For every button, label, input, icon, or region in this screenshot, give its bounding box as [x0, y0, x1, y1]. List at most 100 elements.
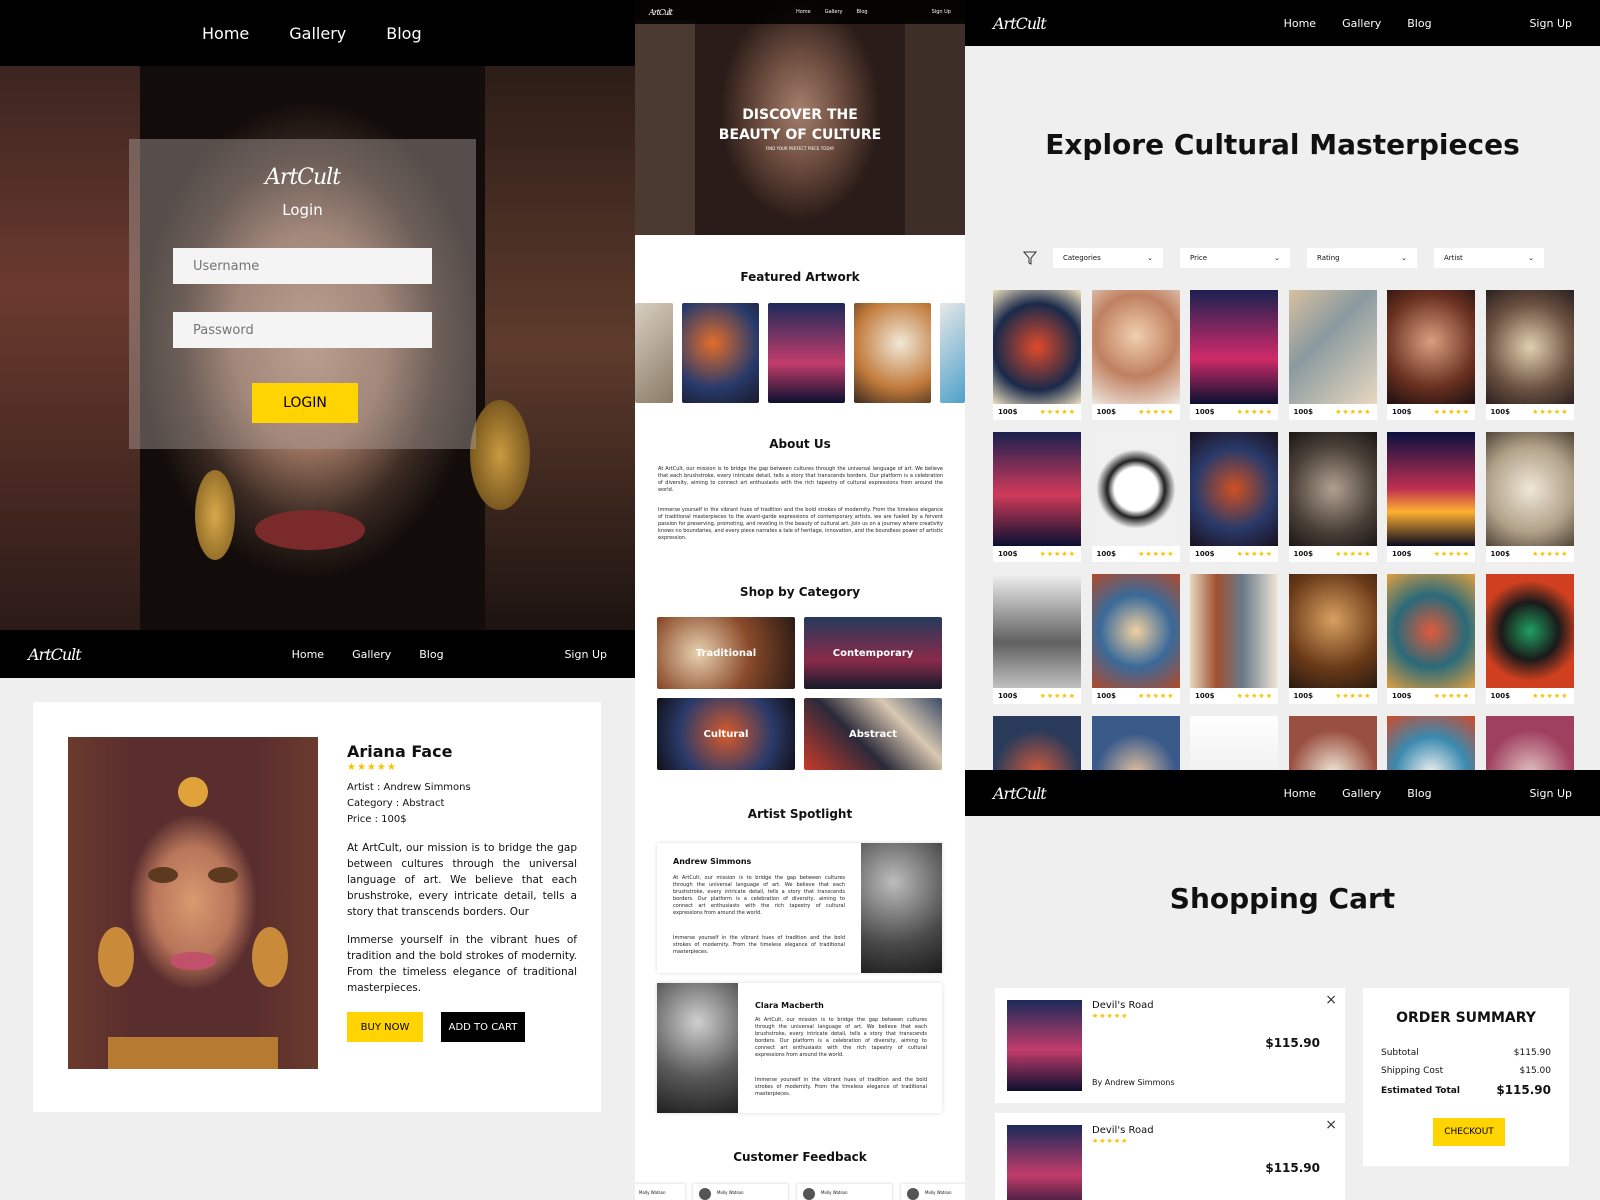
checkout-button[interactable]: CHECKOUT — [1433, 1118, 1505, 1146]
nav-blog[interactable]: Blog — [1407, 17, 1431, 30]
featured-artwork[interactable] — [635, 303, 673, 403]
product-description: At ArtCult, our mission is to bridge the… — [347, 842, 577, 918]
product-rating: ★★★★★ — [347, 762, 397, 773]
signup-link[interactable]: Sign Up — [1529, 17, 1572, 30]
feedback-name: Molly Watson — [717, 1190, 744, 1195]
cart-item-image[interactable] — [1007, 1000, 1082, 1091]
gallery-item[interactable]: 100$ ★★★★★ — [993, 574, 1081, 704]
filter-rating[interactable]: Rating ⌄ — [1307, 248, 1417, 268]
artist-bio: At ArtCult, our mission is to bridge the… — [673, 875, 845, 916]
login-button[interactable]: LOGIN — [252, 383, 358, 423]
cart-item-image[interactable] — [1007, 1125, 1082, 1200]
gallery-item[interactable]: 100$ ★★★★★ — [1288, 290, 1377, 420]
password-input[interactable] — [173, 312, 432, 348]
filter-artist[interactable]: Artist ⌄ — [1434, 248, 1544, 268]
gallery-item[interactable] — [1190, 716, 1278, 770]
artwork-meta: 100$ ★★★★★ — [993, 404, 1081, 420]
nav-blog[interactable]: Blog — [1407, 787, 1431, 800]
artwork-rating: ★★★★★ — [1138, 550, 1175, 558]
filter-icon[interactable] — [1022, 250, 1038, 265]
shop-title: Shop by Category — [739, 585, 861, 599]
brand-logo[interactable]: ArtCult — [28, 645, 82, 664]
buy-now-button[interactable]: BUY NOW — [347, 1012, 423, 1042]
gallery-item[interactable]: 100$ ★★★★★ — [1288, 574, 1377, 704]
filter-price[interactable]: Price ⌄ — [1180, 248, 1290, 268]
featured-artwork[interactable] — [682, 303, 759, 403]
login-title: Login — [282, 201, 323, 219]
nav-gallery[interactable]: Gallery — [825, 9, 843, 15]
category-traditional[interactable]: Traditional — [657, 617, 795, 689]
filter-categories[interactable]: Categories ⌄ — [1053, 248, 1163, 268]
gallery-item[interactable]: 100$ ★★★★★ — [1091, 574, 1180, 704]
signup-link[interactable]: Sign Up — [1529, 787, 1572, 800]
category-abstract[interactable]: Abstract — [804, 698, 942, 770]
product-card: Ariana Face ★★★★★ Artist : Andrew Simmon… — [33, 702, 601, 1112]
gallery-item[interactable]: 100$ ★★★★★ — [1387, 290, 1475, 420]
artwork-image — [1288, 290, 1377, 404]
gallery-item[interactable] — [1485, 716, 1574, 770]
artwork-image — [1190, 716, 1278, 770]
gallery-item[interactable]: 100$ ★★★★★ — [1190, 290, 1278, 420]
featured-artwork[interactable] — [854, 303, 931, 403]
gallery-item[interactable]: 100$ ★★★★★ — [1190, 574, 1278, 704]
nav-blog[interactable]: Blog — [857, 9, 868, 15]
category-cultural[interactable]: Cultural — [657, 698, 795, 770]
artwork-rating: ★★★★★ — [1236, 550, 1273, 558]
nav-gallery[interactable]: Gallery — [1342, 787, 1381, 800]
gallery-item[interactable]: 100$ ★★★★★ — [1288, 432, 1377, 562]
filter-label: Price — [1190, 254, 1208, 262]
close-icon[interactable]: × — [1325, 1117, 1337, 1133]
category-contemporary[interactable]: Contemporary — [804, 617, 942, 689]
gallery-item[interactable] — [993, 716, 1081, 770]
nav-gallery[interactable]: Gallery — [1342, 17, 1381, 30]
brand-logo[interactable]: ArtCult — [993, 14, 1047, 33]
gallery-item[interactable]: 100$ ★★★★★ — [993, 432, 1081, 562]
nav-home[interactable]: Home — [1284, 17, 1316, 30]
brand-logo[interactable]: ArtCult — [649, 8, 673, 17]
gallery-item[interactable]: 100$ ★★★★★ — [1485, 574, 1574, 704]
gallery-item[interactable]: 100$ ★★★★★ — [1091, 290, 1180, 420]
add-to-cart-button[interactable]: ADD TO CART — [441, 1012, 525, 1042]
nav-home[interactable]: Home — [796, 9, 811, 15]
gallery-item[interactable] — [1091, 716, 1180, 770]
login-card: ArtCult Login LOGIN — [129, 139, 476, 449]
gallery-item[interactable] — [1387, 716, 1475, 770]
nav-home[interactable]: Home — [292, 648, 324, 661]
gallery-item[interactable]: 100$ ★★★★★ — [1485, 290, 1574, 420]
featured-title: Featured Artwork — [740, 270, 860, 284]
gallery-item[interactable]: 100$ ★★★★★ — [1485, 432, 1574, 562]
gallery-item[interactable]: 100$ ★★★★★ — [1091, 432, 1180, 562]
nav-home[interactable]: Home — [202, 24, 249, 43]
nav-blog[interactable]: Blog — [419, 648, 443, 661]
gallery-item[interactable]: 100$ ★★★★★ — [1387, 432, 1475, 562]
total-label: Estimated Total — [1381, 1086, 1460, 1096]
nav-gallery[interactable]: Gallery — [289, 24, 346, 43]
artist-name: Andrew Simmons — [673, 857, 752, 866]
close-icon[interactable]: × — [1325, 992, 1337, 1008]
artwork-price: 100$ — [1096, 692, 1116, 700]
feedback-name: Molly Watson — [821, 1190, 848, 1195]
filter-label: Artist — [1444, 254, 1463, 262]
gallery-title: Explore Cultural Masterpieces — [1045, 128, 1520, 161]
gallery-item[interactable]: 100$ ★★★★★ — [1387, 574, 1475, 704]
gallery-item[interactable]: 100$ ★★★★★ — [993, 290, 1081, 420]
artwork-price: 100$ — [1096, 550, 1116, 558]
nav-home[interactable]: Home — [1284, 787, 1316, 800]
gallery-item[interactable]: 100$ ★★★★★ — [1190, 432, 1278, 562]
nav-blog[interactable]: Blog — [386, 24, 421, 43]
artwork-image — [1387, 290, 1475, 404]
artwork-rating: ★★★★★ — [1335, 550, 1372, 558]
featured-artwork[interactable] — [940, 303, 965, 403]
artwork-rating: ★★★★★ — [1039, 408, 1076, 416]
gallery-item[interactable] — [1288, 716, 1377, 770]
signup-link[interactable]: Sign Up — [932, 9, 951, 15]
artwork-rating: ★★★★★ — [1433, 550, 1470, 558]
artwork-image — [1485, 290, 1574, 404]
username-input[interactable] — [173, 248, 432, 284]
featured-artwork[interactable] — [768, 303, 845, 403]
nav-gallery[interactable]: Gallery — [352, 648, 391, 661]
feedback-name: Molly Watson — [639, 1190, 666, 1195]
feedback-title: Customer Feedback — [733, 1150, 867, 1164]
brand-logo[interactable]: ArtCult — [993, 784, 1047, 803]
signup-link[interactable]: Sign Up — [564, 648, 607, 661]
